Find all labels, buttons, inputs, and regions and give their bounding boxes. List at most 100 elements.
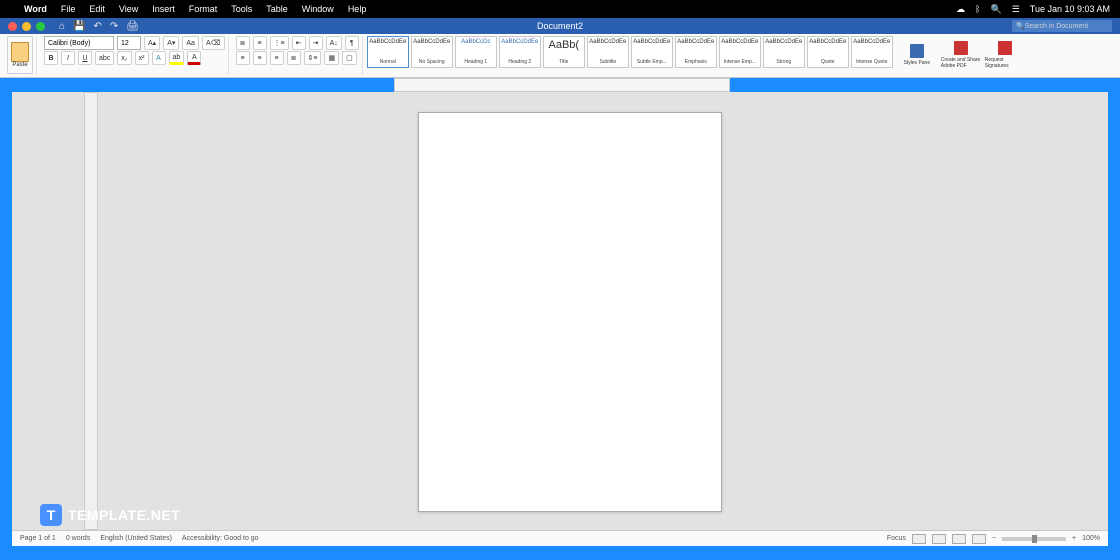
zoom-out-button[interactable]: − (992, 535, 996, 542)
horizontal-ruler[interactable] (394, 78, 730, 92)
page-indicator[interactable]: Page 1 of 1 (20, 535, 56, 542)
zoom-level[interactable]: 100% (1082, 535, 1100, 542)
increase-font-button[interactable]: A▴ (144, 36, 160, 50)
menu-help[interactable]: Help (348, 4, 367, 14)
pane-icon (910, 44, 924, 58)
close-window-button[interactable] (8, 22, 17, 31)
bullets-button[interactable]: ≣ (236, 36, 250, 50)
maximize-window-button[interactable] (36, 22, 45, 31)
clock[interactable]: Tue Jan 10 9:03 AM (1030, 4, 1110, 14)
style-subtitle[interactable]: AaBbCcDdEeSubtitle (587, 36, 629, 68)
ribbon: Paste Calibri (Body) 12 A▴ A▾ Aa A⌫ B I … (0, 34, 1120, 78)
accessibility-indicator[interactable]: Accessibility: Good to go (182, 535, 259, 542)
clipboard-icon (11, 42, 29, 62)
vertical-ruler[interactable] (84, 92, 98, 530)
decrease-font-button[interactable]: A▾ (163, 36, 179, 50)
menu-insert[interactable]: Insert (152, 4, 175, 14)
dec-indent-button[interactable]: ⇤ (292, 36, 306, 50)
style-title[interactable]: AaBb(Title (543, 36, 585, 68)
clear-format-button[interactable]: A⌫ (202, 36, 225, 50)
borders-button[interactable]: ▢ (342, 51, 357, 65)
font-color-button[interactable]: A (187, 51, 201, 65)
document-search[interactable]: 🔍 Search in Document (1012, 20, 1112, 32)
style-quote[interactable]: AaBbCcDdEeQuote (807, 36, 849, 68)
zoom-slider[interactable] (1002, 537, 1066, 541)
home-icon[interactable]: ⌂ (59, 21, 65, 32)
cloud-icon[interactable]: ☁ (956, 4, 965, 15)
menu-tools[interactable]: Tools (231, 4, 252, 14)
document-page[interactable] (418, 112, 722, 512)
justify-button[interactable]: ≣ (287, 51, 301, 65)
focus-mode-button[interactable]: Focus (887, 535, 906, 542)
menu-table[interactable]: Table (266, 4, 288, 14)
italic-button[interactable]: I (61, 51, 75, 65)
multilevel-button[interactable]: ⋮≡ (270, 36, 289, 50)
menu-app[interactable]: Word (24, 4, 47, 14)
inc-indent-button[interactable]: ⇥ (309, 36, 323, 50)
control-center-icon[interactable]: ☰ (1012, 4, 1020, 15)
style-emphasis[interactable]: AaBbCcDdEeEmphasis (675, 36, 717, 68)
align-center-button[interactable]: ≡ (253, 51, 267, 65)
style-normal[interactable]: AaBbCcDdEeNormal (367, 36, 409, 68)
subscript-button[interactable]: x₂ (117, 51, 131, 65)
redo-icon[interactable]: ↷ (110, 21, 118, 32)
outline-view-button[interactable] (952, 534, 966, 544)
shading-button[interactable]: ▦ (324, 51, 339, 65)
style-strong[interactable]: AaBbCcDdEeStrong (763, 36, 805, 68)
font-family-select[interactable]: Calibri (Body) (44, 36, 114, 50)
strike-button[interactable]: abc (95, 51, 114, 65)
window-titlebar: ⌂ 💾 ↶ ↷ 🖨 Document2 🔍 Search in Document (0, 18, 1120, 34)
style-intense-emp-[interactable]: AaBbCcDdEeIntense Emp... (719, 36, 761, 68)
numbering-button[interactable]: ≡ (253, 36, 267, 50)
align-right-button[interactable]: ≡ (270, 51, 284, 65)
align-left-button[interactable]: ≡ (236, 51, 250, 65)
style-heading-2[interactable]: AaBbCcDdEeHeading 2 (499, 36, 541, 68)
paragraph-group: ≣ ≡ ⋮≡ ⇤ ⇥ A↓ ¶ ≡ ≡ ≡ ≣ ⇕≡ ▦ ▢ (233, 36, 363, 75)
line-spacing-button[interactable]: ⇕≡ (304, 51, 322, 65)
language-indicator[interactable]: English (United States) (100, 535, 172, 542)
menu-view[interactable]: View (119, 4, 138, 14)
menu-window[interactable]: Window (302, 4, 334, 14)
macos-menubar: Word File Edit View Insert Format Tools … (0, 0, 1120, 18)
adobe-pdf-button[interactable]: Create and Share Adobe PDF (941, 36, 981, 74)
search-icon[interactable]: 🔍 (990, 4, 1001, 15)
font-size-select[interactable]: 12 (117, 36, 141, 50)
save-icon[interactable]: 💾 (73, 21, 85, 32)
show-marks-button[interactable]: ¶ (345, 36, 359, 50)
watermark-brand: T TEMPLATE.NET (40, 504, 180, 526)
web-layout-view-button[interactable] (932, 534, 946, 544)
quick-access-toolbar: ⌂ 💾 ↶ ↷ 🖨 (59, 21, 139, 32)
brand-logo-icon: T (40, 504, 62, 526)
status-bar: Page 1 of 1 0 words English (United Stat… (12, 530, 1108, 546)
bluetooth-icon[interactable]: ᛒ (975, 4, 980, 14)
text-effects-button[interactable]: A (152, 51, 166, 65)
undo-icon[interactable]: ↶ (94, 21, 102, 32)
clipboard-group: Paste (4, 36, 37, 75)
style-subtle-emp-[interactable]: AaBbCcDdEeSubtle Emp... (631, 36, 673, 68)
change-case-button[interactable]: Aa (182, 36, 199, 50)
style-no-spacing[interactable]: AaBbCcDdEeNo Spacing (411, 36, 453, 68)
request-signatures-button[interactable]: Request Signatures (985, 36, 1025, 74)
draft-view-button[interactable] (972, 534, 986, 544)
document-viewport (12, 92, 1108, 530)
search-glyph-icon: 🔍 (1016, 22, 1025, 30)
word-count[interactable]: 0 words (66, 535, 91, 542)
paste-button[interactable]: Paste (7, 36, 33, 74)
print-layout-view-button[interactable] (912, 534, 926, 544)
menu-format[interactable]: Format (189, 4, 218, 14)
sort-button[interactable]: A↓ (326, 36, 342, 50)
underline-button[interactable]: U (78, 51, 92, 65)
minimize-window-button[interactable] (22, 22, 31, 31)
bold-button[interactable]: B (44, 51, 58, 65)
zoom-in-button[interactable]: + (1072, 535, 1076, 542)
style-heading-1[interactable]: AaBbCcDcHeading 1 (455, 36, 497, 68)
print-icon[interactable]: 🖨 (126, 21, 139, 32)
menu-edit[interactable]: Edit (89, 4, 105, 14)
styles-pane-button[interactable]: Styles Pane (897, 36, 937, 74)
styles-gallery: AaBbCcDdEeNormalAaBbCcDdEeNo SpacingAaBb… (367, 36, 893, 75)
menu-file[interactable]: File (61, 4, 76, 14)
style-intense-quote[interactable]: AaBbCcDdEeIntense Quote (851, 36, 893, 68)
highlight-button[interactable]: ab (169, 51, 185, 65)
document-title: Document2 (537, 21, 583, 31)
superscript-button[interactable]: x² (135, 51, 149, 65)
